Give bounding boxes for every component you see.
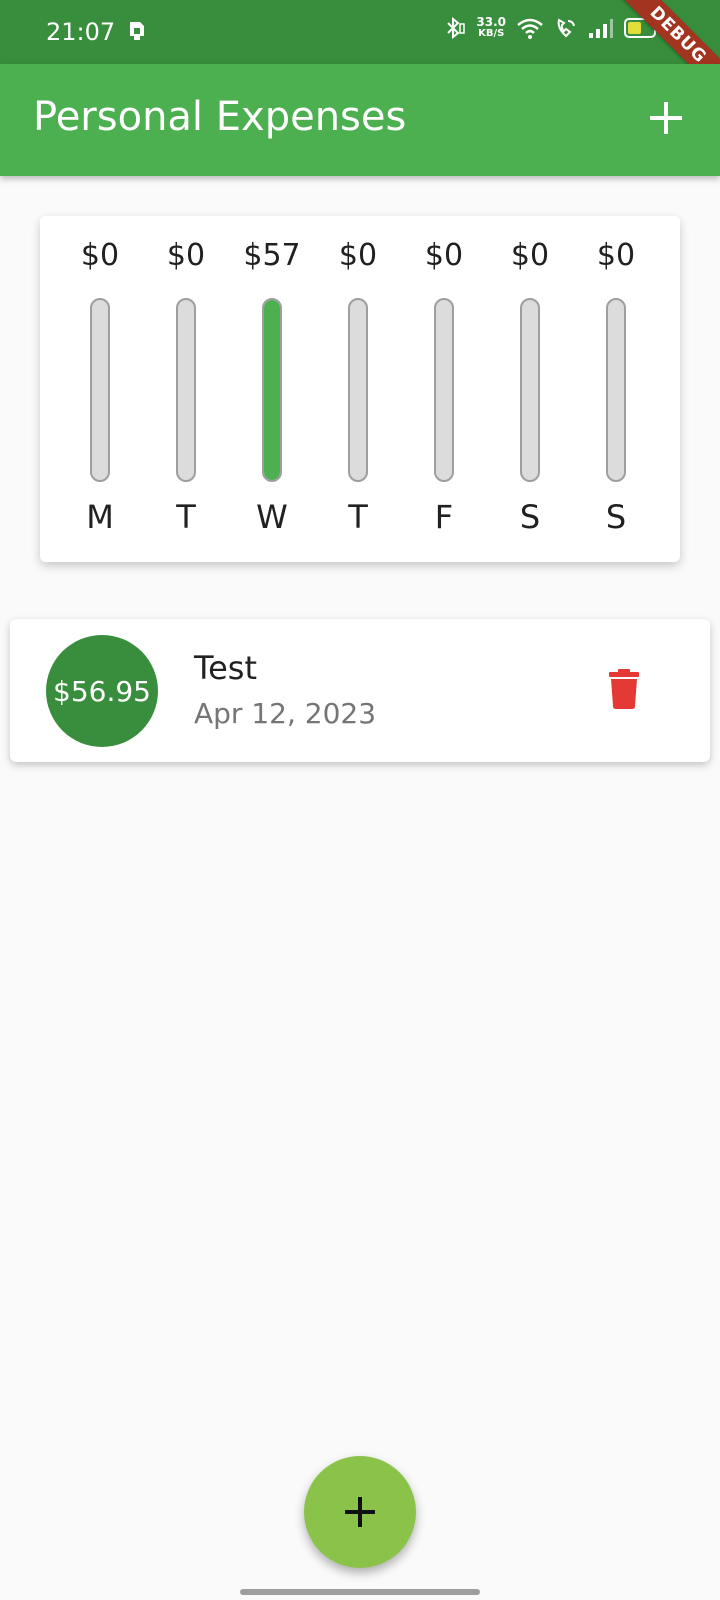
wifi-icon <box>517 18 543 39</box>
network-speed: 33.0 KB/S <box>476 16 506 40</box>
bar-amount-label: $0 <box>80 238 120 273</box>
bar-day-label: S <box>605 498 627 536</box>
add-transaction-button[interactable] <box>646 98 686 138</box>
status-bar: 21:07 33.0 KB/S DEBUG <box>0 0 720 108</box>
wifi-calling-icon <box>557 18 575 38</box>
weekly-chart-card: $0 M $0 T $57 W $0 T $0 F $0 S $0 S <box>40 216 680 562</box>
chart-bar-friday: $0 F <box>401 216 487 562</box>
bar-day-label: W <box>256 498 288 536</box>
transaction-amount-avatar: $56.95 <box>46 635 158 747</box>
bar-amount-label: $0 <box>166 238 206 273</box>
bar-day-label: M <box>86 498 114 536</box>
bar-track <box>176 298 196 482</box>
trash-icon <box>609 669 639 709</box>
home-indicator <box>240 1589 480 1595</box>
status-time: 21:07 <box>46 18 116 46</box>
app-title: Personal Expenses <box>33 94 407 140</box>
sim-card-icon <box>130 22 144 40</box>
bar-day-label: T <box>348 498 368 536</box>
bar-amount-label: $0 <box>596 238 636 273</box>
chart-bar-saturday: $0 S <box>487 216 573 562</box>
bluetooth-icon <box>447 16 466 40</box>
bar-amount-label: $0 <box>338 238 378 273</box>
network-speed-value: 33.0 <box>476 15 506 29</box>
bar-day-label: T <box>176 498 196 536</box>
transaction-amount: $56.95 <box>53 674 151 708</box>
plus-icon <box>345 1497 375 1527</box>
bar-track <box>348 298 368 482</box>
bar-amount-label: $57 <box>243 238 301 273</box>
chart-bar-sunday: $0 S <box>573 216 659 562</box>
bar-day-label: F <box>434 498 454 536</box>
chart-bar-thursday: $0 T <box>315 216 401 562</box>
transaction-list-item: $56.95 Test Apr 12, 2023 <box>10 619 710 762</box>
transaction-title: Test <box>194 649 258 687</box>
plus-icon <box>650 102 682 134</box>
bar-track <box>262 298 282 482</box>
network-speed-unit: KB/S <box>478 28 505 39</box>
delete-transaction-button[interactable] <box>608 669 640 709</box>
bar-amount-label: $0 <box>424 238 464 273</box>
bar-track <box>606 298 626 482</box>
bar-track <box>90 298 110 482</box>
signal-icon <box>589 19 613 38</box>
bar-track <box>434 298 454 482</box>
transaction-date: Apr 12, 2023 <box>194 697 377 730</box>
status-icons: 33.0 KB/S <box>444 16 660 40</box>
bar-track <box>520 298 540 482</box>
chart-bar-tuesday: $0 T <box>143 216 229 562</box>
app-bar: Personal Expenses <box>0 64 720 176</box>
bar-amount-label: $0 <box>510 238 550 273</box>
chart-bar-monday: $0 M <box>57 216 143 562</box>
bar-fill <box>264 300 280 480</box>
chart-bar-wednesday: $57 W <box>229 216 315 562</box>
floating-add-button[interactable] <box>304 1456 416 1568</box>
bar-day-label: S <box>519 498 541 536</box>
